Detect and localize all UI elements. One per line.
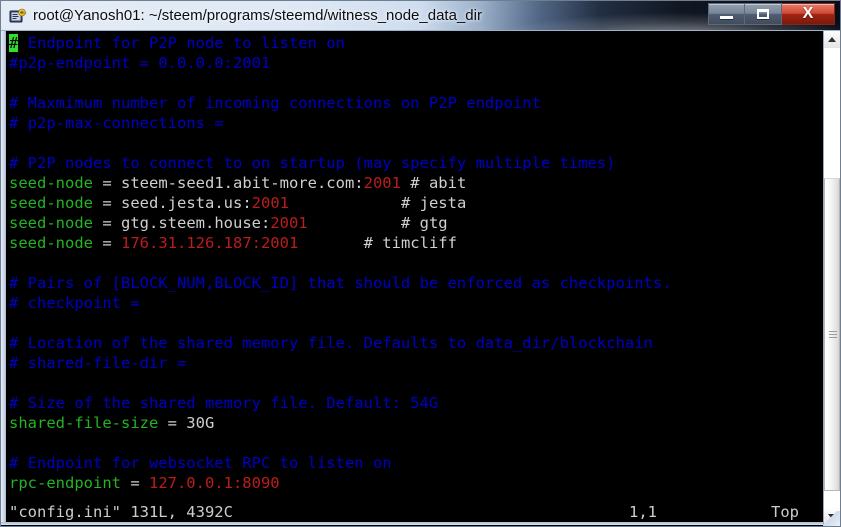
terminal-window: root@Yanosh01: ~/steem/programs/steemd/w…: [0, 0, 841, 527]
triangle-up-icon: [828, 37, 836, 42]
editor-line-1: # Endpoint for P2P node to listen on: [9, 33, 345, 53]
window-resize-corner[interactable]: [823, 511, 841, 527]
editor-line-14: # checkpoint =: [9, 293, 140, 313]
editor-line-16: # Location of the shared memory file. De…: [9, 333, 653, 353]
editor-text-segment: 2001: [270, 214, 308, 232]
maximize-button[interactable]: [745, 3, 782, 25]
editor-line-4: # Maxmimum number of incoming connection…: [9, 93, 541, 113]
scrollbar-track[interactable]: [824, 48, 840, 508]
editor-text-segment: rpc-endpoint: [9, 474, 121, 492]
editor-text-segment: = 30G: [158, 414, 215, 432]
editor-line-7: # P2P nodes to connect to on startup (ma…: [9, 153, 616, 173]
vim-status-line: "config.ini" 131L, 4392C 1,1 Top: [9, 502, 809, 522]
editor-line-20: shared-file-size = 30G: [9, 413, 214, 433]
editor-text-segment: seed-node: [9, 214, 93, 232]
editor-line-2: #p2p-endpoint = 0.0.0.0:2001: [9, 53, 270, 73]
editor-text-segment: # p2p-max-connections =: [9, 114, 224, 132]
scrollbar-grip-icon: [829, 330, 837, 339]
editor-text-segment: seed-node: [9, 234, 93, 252]
vim-editor-screen[interactable]: # Endpoint for P2P node to listen on #p2p…: [6, 31, 823, 522]
editor-text-segment: 176.31.126.187:2001: [121, 234, 299, 252]
editor-text-segment: seed.jesta.us:: [121, 194, 252, 212]
editor-text-segment: =: [93, 214, 121, 232]
editor-text-segment: seed-node: [9, 174, 93, 192]
maximize-icon: [757, 9, 769, 19]
text-cursor: #: [9, 34, 19, 52]
editor-text-segment: 127.0.0.1:8090: [148, 474, 280, 492]
editor-text-segment: gtg.steem.house:: [121, 214, 271, 232]
editor-line-23: rpc-endpoint = 127.0.0.1:8090: [9, 473, 280, 493]
editor-text-segment: # Size of the shared memory file. Defaul…: [9, 394, 439, 412]
editor-line-13: # Pairs of [BLOCK_NUM,BLOCK_ID] that sho…: [9, 273, 672, 293]
editor-text-segment: #p2p-endpoint = 0.0.0.0:2001: [9, 54, 271, 72]
editor-text-segment: =: [120, 474, 149, 492]
editor-text-segment: # Pairs of [BLOCK_NUM,BLOCK_ID] that sho…: [9, 274, 672, 292]
terminal-content-area[interactable]: # Endpoint for P2P node to listen on #p2p…: [1, 31, 823, 525]
editor-text-segment: # jesta: [288, 194, 467, 212]
editor-text-segment: 2001: [251, 194, 289, 212]
editor-line-22: # Endpoint for websocket RPC to listen o…: [9, 453, 392, 473]
minimize-button[interactable]: [708, 3, 745, 25]
putty-terminal-icon: [9, 8, 27, 23]
editor-text-segment: # Endpoint for websocket RPC to listen o…: [9, 454, 392, 472]
window-title: root@Yanosh01: ~/steem/programs/steemd/w…: [33, 7, 482, 24]
close-icon: X: [802, 5, 814, 22]
status-cursor-position: 1,1: [629, 503, 657, 521]
editor-text-segment: 2001: [363, 174, 401, 192]
scroll-up-arrow-icon[interactable]: [824, 31, 840, 48]
editor-line-9: seed-node = seed.jesta.us:2001 # jesta: [9, 193, 466, 213]
editor-text-segment: # P2P nodes to connect to on startup (ma…: [9, 154, 616, 172]
scrollbar-thumb[interactable]: [824, 178, 840, 491]
terminal-bottom-bevel: [1, 522, 823, 525]
editor-text-segment: =: [93, 174, 121, 192]
editor-text-segment: # checkpoint =: [9, 294, 140, 312]
editor-text-segment: =: [93, 234, 121, 252]
editor-line-10: seed-node = gtg.steem.house:2001 # gtg: [9, 213, 448, 233]
editor-text-segment: # abit: [400, 174, 467, 192]
editor-text-segment: # Location of the shared memory file. De…: [9, 334, 653, 352]
editor-text-segment: # Maxmimum number of incoming connection…: [9, 94, 541, 112]
editor-text-segment: =: [93, 194, 121, 212]
editor-text-segment: # gtg: [307, 214, 448, 232]
minimize-icon: [720, 15, 733, 19]
window-controls: X: [708, 3, 835, 25]
window-titlebar[interactable]: root@Yanosh01: ~/steem/programs/steemd/w…: [0, 0, 841, 31]
editor-line-8: seed-node = steem-seed1.abit-more.com:20…: [9, 173, 466, 193]
terminal-left-bevel: [1, 31, 6, 525]
editor-text-segment: Endpoint for P2P node to listen on: [18, 34, 345, 52]
status-filename: "config.ini" 131L, 4392C: [9, 503, 233, 521]
editor-line-17: # shared-file-dir =: [9, 353, 186, 373]
status-scroll-relative: Top: [771, 503, 799, 521]
editor-line-19: # Size of the shared memory file. Defaul…: [9, 393, 438, 413]
vertical-scrollbar[interactable]: [823, 31, 840, 525]
editor-text-segment: steem-seed1.abit-more.com:: [121, 174, 364, 192]
editor-text-segment: # shared-file-dir =: [9, 354, 187, 372]
editor-text-segment: # timcliff: [298, 234, 457, 252]
editor-line-5: # p2p-max-connections =: [9, 113, 224, 133]
editor-line-11: seed-node = 176.31.126.187:2001 # timcli…: [9, 233, 457, 253]
editor-text-segment: shared-file-size: [9, 414, 159, 432]
close-button[interactable]: X: [782, 3, 835, 25]
editor-text-segment: seed-node: [9, 194, 93, 212]
